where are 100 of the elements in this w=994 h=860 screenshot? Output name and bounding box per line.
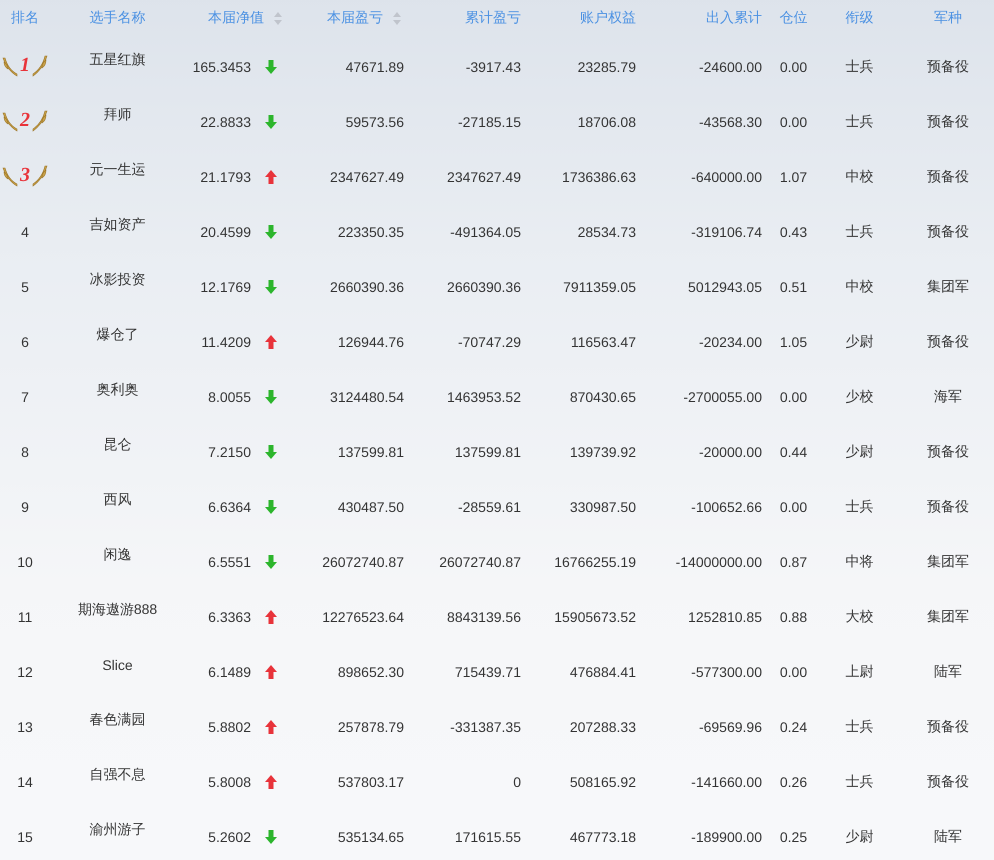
branch-name: 海军 (934, 388, 962, 406)
total-pnl: -27185.15 (458, 114, 521, 130)
net-value: 6.3363 (208, 609, 251, 625)
total-pnl: 8843139.56 (447, 609, 521, 625)
period-pnl: 257878.79 (338, 719, 404, 735)
net-value: 5.8802 (208, 719, 251, 735)
sort-icon[interactable] (393, 12, 401, 24)
rank-text: 10 (17, 554, 33, 570)
account-equity: 15905673.52 (554, 609, 636, 625)
cash-flow: -319106.74 (691, 224, 762, 240)
account-equity: 870430.65 (570, 389, 636, 405)
rank-text: 4 (21, 224, 29, 240)
player-name: 期海遨游888 (78, 601, 158, 619)
period-pnl: 537803.17 (338, 774, 404, 790)
rank-text: 7 (21, 389, 29, 405)
position-ratio: 0.44 (780, 444, 808, 460)
column-header: 军种 (934, 9, 962, 27)
account-equity: 330987.50 (570, 499, 636, 515)
column-header: 累计盈亏 (465, 9, 521, 27)
rank-text: 8 (21, 444, 29, 460)
position-ratio: 0.00 (780, 389, 808, 405)
rank-text: 14 (17, 774, 33, 790)
player-name: 奥利奥 (96, 381, 138, 399)
period-pnl: 137599.81 (338, 444, 404, 460)
period-pnl: 59573.56 (346, 114, 404, 130)
cash-flow: 1252810.85 (688, 609, 762, 625)
total-pnl: -331387.35 (450, 719, 521, 735)
period-pnl: 26072740.87 (322, 554, 404, 570)
column-header: 衔级 (846, 9, 874, 27)
position-ratio: 0.88 (780, 609, 808, 625)
account-equity: 116563.47 (570, 334, 636, 350)
position-ratio: 0.43 (780, 224, 808, 240)
total-pnl: 26072740.87 (439, 554, 521, 570)
net-value: 11.4209 (201, 334, 251, 350)
cash-flow: -69569.96 (698, 719, 762, 735)
position-ratio: 0.00 (780, 664, 808, 680)
net-value: 20.4599 (200, 224, 251, 240)
position-ratio: 0.26 (780, 774, 808, 790)
period-pnl: 2660390.36 (330, 279, 404, 295)
rank-title: 士兵 (846, 113, 874, 131)
column-header: 选手名称 (90, 9, 146, 27)
rank-text: 15 (17, 829, 33, 845)
net-value: 5.8008 (208, 774, 251, 790)
branch-name: 预备役 (927, 773, 969, 791)
rank-text: 9 (21, 499, 29, 515)
net-value: 6.1489 (208, 664, 251, 680)
account-equity: 467773.18 (570, 829, 636, 845)
total-pnl: -3917.43 (466, 59, 521, 75)
column-header[interactable]: 本届净值 (208, 9, 264, 27)
cash-flow: 5012943.05 (688, 279, 762, 295)
rank-title: 大校 (846, 608, 874, 626)
rank-title: 士兵 (846, 58, 874, 76)
cash-flow: -141660.00 (691, 774, 762, 790)
net-value: 5.2602 (208, 829, 251, 845)
cash-flow: -577300.00 (691, 664, 762, 680)
cash-flow: -640000.00 (691, 169, 762, 185)
total-pnl: -28559.61 (458, 499, 521, 515)
player-name: 爆仓了 (96, 326, 138, 344)
period-pnl: 12276523.64 (322, 609, 404, 625)
column-header[interactable]: 本届盈亏 (327, 9, 383, 27)
rank-title: 少校 (846, 388, 874, 406)
rank-title: 士兵 (846, 773, 874, 791)
total-pnl: 1463953.52 (447, 389, 521, 405)
player-name: 拜师 (104, 106, 132, 124)
period-pnl: 126944.76 (338, 334, 404, 350)
rank-title: 中校 (846, 278, 874, 296)
total-pnl: 715439.71 (454, 664, 521, 680)
net-value: 22.8833 (200, 114, 251, 130)
position-ratio: 0.25 (780, 829, 808, 845)
rank-title: 少尉 (846, 443, 874, 461)
net-value: 165.3453 (192, 59, 251, 75)
total-pnl: 171615.55 (454, 829, 521, 845)
cash-flow: -2700055.00 (683, 389, 762, 405)
player-name: 吉如资产 (90, 216, 146, 234)
player-name: 西风 (104, 491, 132, 509)
account-equity: 7911359.05 (563, 279, 636, 295)
branch-name: 集团军 (927, 608, 969, 626)
sort-icon[interactable] (274, 12, 282, 24)
period-pnl: 47671.89 (346, 59, 404, 75)
cash-flow: -189900.00 (691, 829, 762, 845)
total-pnl: 2347627.49 (447, 169, 521, 185)
account-equity: 16766255.19 (554, 554, 636, 570)
net-value: 8.0055 (208, 389, 251, 405)
rank-title: 少尉 (846, 828, 874, 846)
branch-name: 陆军 (934, 663, 962, 681)
account-equity: 28534.73 (578, 224, 636, 240)
branch-name: 预备役 (927, 223, 969, 241)
player-name: 冰影投资 (90, 271, 146, 289)
cash-flow: -100652.66 (691, 499, 762, 515)
branch-name: 预备役 (927, 333, 969, 351)
player-name: Slice (102, 657, 133, 673)
rank-text: 6 (21, 334, 29, 350)
player-name: 渝州游子 (90, 821, 146, 839)
branch-name: 预备役 (927, 718, 969, 736)
period-pnl: 2347627.49 (330, 169, 404, 185)
rank-number: 1 (19, 54, 31, 77)
rank-title: 上尉 (846, 663, 874, 681)
branch-name: 陆军 (934, 828, 962, 846)
player-name: 元一生运 (90, 161, 146, 179)
account-equity: 23285.79 (578, 59, 636, 75)
